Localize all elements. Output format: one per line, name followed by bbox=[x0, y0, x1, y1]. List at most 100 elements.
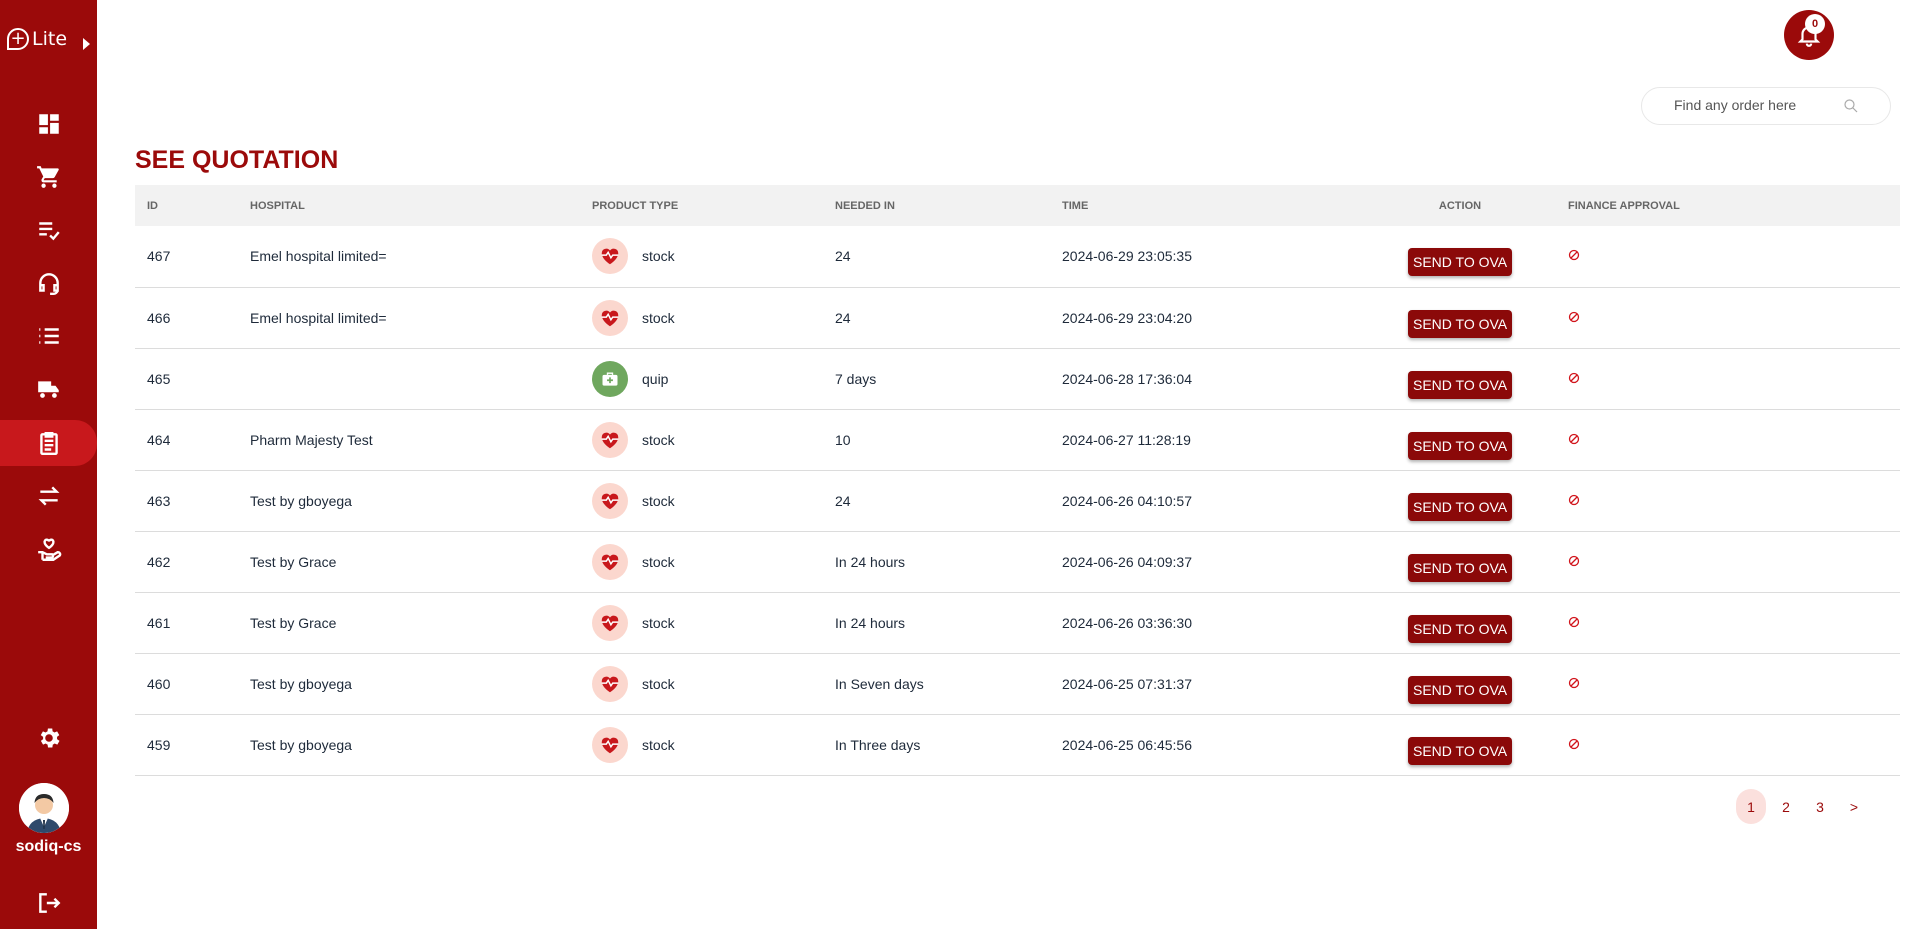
not-approved-icon bbox=[1568, 615, 1580, 627]
table-header-row: ID HOSPITAL PRODUCT TYPE NEEDED IN TIME … bbox=[135, 185, 1900, 226]
row-id: 461 bbox=[147, 614, 171, 631]
logout-button[interactable] bbox=[0, 880, 97, 926]
sidebar-item-checklist[interactable] bbox=[0, 207, 97, 253]
row-hospital: Emel hospital limited= bbox=[250, 248, 387, 265]
row-needed-in: In 24 hours bbox=[835, 614, 906, 631]
row-id: 467 bbox=[147, 248, 171, 265]
row-action-cell: SEND TO OVA bbox=[1364, 592, 1556, 653]
gear-icon bbox=[40, 728, 60, 748]
not-approved-icon bbox=[1568, 554, 1580, 566]
row-finance-approval-cell bbox=[1556, 653, 1900, 714]
table-row[interactable]: 462 Test by Grace stock In 24 hours 2024-06-… bbox=[135, 531, 1900, 592]
user-avatar-icon bbox=[19, 783, 69, 833]
product-type: stock bbox=[592, 421, 811, 458]
page-link[interactable]: 3 bbox=[1805, 789, 1835, 824]
notification-count-badge: 0 bbox=[1805, 14, 1825, 34]
sidebar-item-cart[interactable] bbox=[0, 154, 97, 200]
row-product-type-cell: stock bbox=[580, 714, 823, 775]
row-action-cell: SEND TO OVA bbox=[1364, 714, 1556, 775]
product-type: stock bbox=[592, 665, 811, 702]
row-finance-approval-cell bbox=[1556, 287, 1900, 348]
next-page-link[interactable]: > bbox=[1839, 789, 1869, 824]
product-type-label: stock bbox=[642, 431, 675, 448]
table-row[interactable]: 459 Test by gboyega stock In Three days 2024… bbox=[135, 714, 1900, 775]
table-row[interactable]: 460 Test by gboyega stock In Seven days 2024… bbox=[135, 653, 1900, 714]
row-time: 2024-06-27 11:28:19 bbox=[1062, 431, 1191, 448]
row-action-cell: SEND TO OVA bbox=[1364, 470, 1556, 531]
table-row[interactable]: 461 Test by Grace stock In 24 hours 2024-06-… bbox=[135, 592, 1900, 653]
avatar[interactable] bbox=[19, 783, 69, 833]
product-type-label: quip bbox=[642, 370, 669, 387]
product-type-label: stock bbox=[642, 553, 675, 570]
settings-button[interactable] bbox=[0, 715, 97, 761]
heartbeat-icon bbox=[592, 543, 628, 580]
row-finance-approval-cell bbox=[1556, 348, 1900, 409]
not-approved-icon bbox=[1568, 737, 1580, 749]
row-id: 460 bbox=[147, 675, 171, 692]
column-header-needed-in: NEEDED IN bbox=[835, 199, 895, 212]
table-row[interactable]: 465 quip 7 days 2024-06-28 17:36:04 SEND TO … bbox=[135, 348, 1900, 409]
list-icon bbox=[38, 328, 59, 344]
page-link[interactable]: 1 bbox=[1736, 789, 1766, 824]
row-hospital: Test by Grace bbox=[250, 553, 337, 570]
not-approved-icon bbox=[1568, 310, 1580, 322]
not-approved-icon bbox=[1568, 432, 1580, 444]
row-id: 462 bbox=[147, 553, 171, 570]
row-action-cell: SEND TO OVA bbox=[1364, 653, 1556, 714]
sidebar-item-quotation[interactable] bbox=[0, 420, 97, 466]
row-needed-in: 7 days bbox=[835, 370, 877, 387]
table-row[interactable]: 466 Emel hospital limited= stock 24 2024-06-… bbox=[135, 287, 1900, 348]
table-row[interactable]: 463 Test by gboyega stock 24 2024-06-26 04:1… bbox=[135, 470, 1900, 531]
send-to-ova-button[interactable]: SEND TO OVA bbox=[1408, 675, 1513, 704]
row-needed-in: In Three days bbox=[835, 736, 921, 753]
sidebar-item-care[interactable] bbox=[0, 527, 97, 573]
row-needed-in: In Seven days bbox=[835, 675, 924, 692]
sidebar-toggle-icon[interactable] bbox=[83, 38, 90, 50]
row-product-type-cell: stock bbox=[580, 226, 823, 287]
column-header-id: ID bbox=[147, 199, 158, 212]
app-logo[interactable]: + Lite bbox=[7, 28, 67, 50]
search-icon[interactable] bbox=[1842, 97, 1860, 120]
product-type: quip bbox=[592, 360, 811, 397]
row-id: 465 bbox=[147, 370, 171, 387]
page-link[interactable]: 2 bbox=[1771, 789, 1801, 824]
table-row[interactable]: 467 Emel hospital limited= stock 24 2024-06-… bbox=[135, 226, 1900, 287]
heartbeat-icon bbox=[592, 299, 628, 336]
sidebar-item-dashboard[interactable] bbox=[0, 101, 97, 147]
row-hospital: Test by gboyega bbox=[250, 675, 352, 692]
send-to-ova-button[interactable]: SEND TO OVA bbox=[1408, 309, 1513, 338]
sidebar-item-support[interactable] bbox=[0, 260, 97, 306]
send-to-ova-button[interactable]: SEND TO OVA bbox=[1408, 248, 1513, 277]
row-time: 2024-06-29 23:05:35 bbox=[1062, 248, 1192, 265]
sidebar-item-transfer[interactable] bbox=[0, 473, 97, 519]
heartbeat-icon bbox=[592, 421, 628, 458]
row-product-type-cell: stock bbox=[580, 409, 823, 470]
send-to-ova-button[interactable]: SEND TO OVA bbox=[1408, 492, 1513, 521]
not-approved-icon bbox=[1568, 371, 1580, 383]
order-search bbox=[1641, 87, 1891, 125]
send-to-ova-button[interactable]: SEND TO OVA bbox=[1408, 614, 1513, 643]
row-product-type-cell: stock bbox=[580, 592, 823, 653]
row-hospital: Emel hospital limited= bbox=[250, 309, 387, 326]
username: sodiq-cs bbox=[15, 838, 82, 855]
heartbeat-icon bbox=[592, 726, 628, 763]
column-header-product-type: PRODUCT TYPE bbox=[592, 199, 679, 212]
row-finance-approval-cell bbox=[1556, 714, 1900, 775]
heartbeat-icon bbox=[592, 604, 628, 641]
sidebar-item-delivery[interactable] bbox=[0, 366, 97, 412]
sidebar-item-list[interactable] bbox=[0, 313, 97, 359]
search-input[interactable] bbox=[1674, 97, 1854, 113]
row-time: 2024-06-25 07:31:37 bbox=[1062, 675, 1192, 692]
logo-plus-icon: + bbox=[7, 28, 29, 50]
table-row[interactable]: 464 Pharm Majesty Test stock 10 2024-06-27 1… bbox=[135, 409, 1900, 470]
send-to-ova-button[interactable]: SEND TO OVA bbox=[1408, 736, 1513, 765]
product-type-label: stock bbox=[642, 736, 675, 753]
product-type-label: stock bbox=[642, 614, 675, 631]
row-product-type-cell: stock bbox=[580, 531, 823, 592]
row-time: 2024-06-26 04:09:37 bbox=[1062, 553, 1192, 570]
send-to-ova-button[interactable]: SEND TO OVA bbox=[1408, 370, 1513, 399]
not-approved-icon bbox=[1568, 493, 1580, 505]
send-to-ova-button[interactable]: SEND TO OVA bbox=[1408, 553, 1513, 582]
send-to-ova-button[interactable]: SEND TO OVA bbox=[1408, 431, 1513, 460]
row-time: 2024-06-25 06:45:56 bbox=[1062, 736, 1192, 753]
